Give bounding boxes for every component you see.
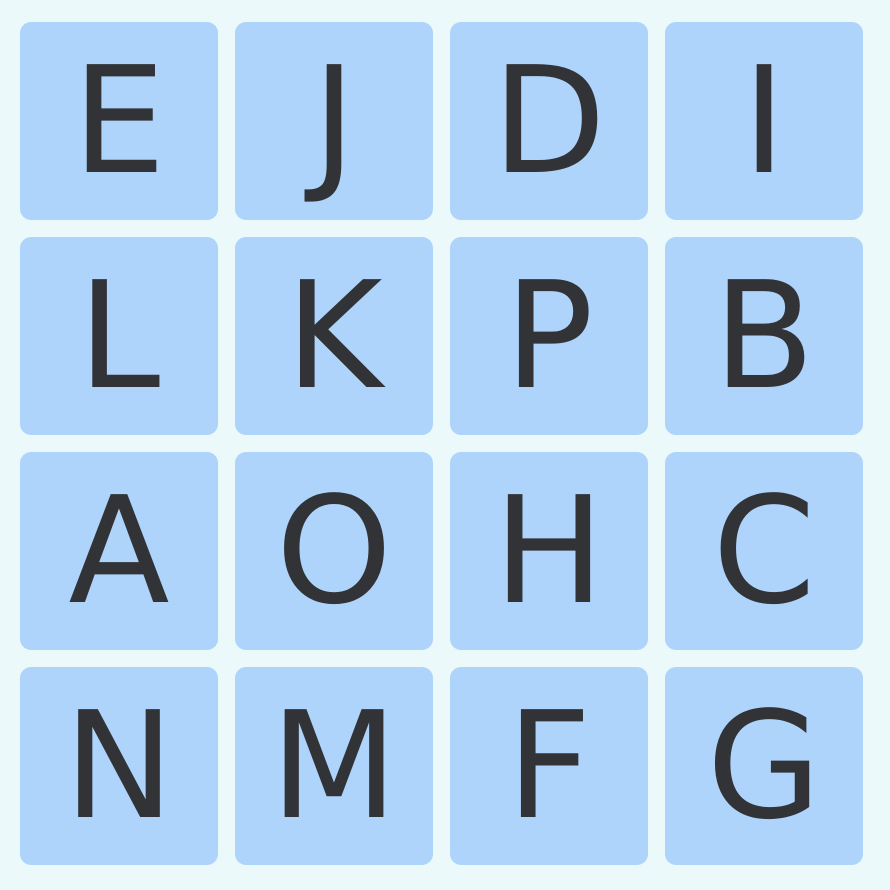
tile-r4-c4[interactable]: G	[665, 667, 863, 865]
tile-r2-c3[interactable]: P	[450, 237, 648, 435]
tile-letter: C	[712, 465, 816, 637]
tile-r1-c2[interactable]: J	[235, 22, 433, 220]
tile-letter: M	[270, 680, 398, 852]
tile-letter: I	[742, 35, 786, 207]
tile-letter: E	[72, 35, 166, 207]
tile-r4-c1[interactable]: N	[20, 667, 218, 865]
tile-r1-c3[interactable]: D	[450, 22, 648, 220]
tile-letter: N	[63, 680, 175, 852]
tile-letter: J	[312, 35, 356, 207]
tile-letter: B	[713, 250, 815, 422]
tile-letter: L	[77, 250, 161, 422]
tile-letter: H	[493, 465, 605, 637]
tile-r3-c2[interactable]: O	[235, 452, 433, 650]
tile-grid: E J D I L K P B A O H C N M F G	[20, 22, 863, 865]
tile-letter: O	[275, 465, 393, 637]
tile-letter: A	[68, 465, 170, 637]
tile-r1-c1[interactable]: E	[20, 22, 218, 220]
tile-r3-c1[interactable]: A	[20, 452, 218, 650]
tile-letter: G	[706, 680, 822, 852]
tile-letter: F	[506, 680, 592, 852]
tile-r2-c1[interactable]: L	[20, 237, 218, 435]
tile-r4-c3[interactable]: F	[450, 667, 648, 865]
tile-letter: P	[504, 250, 594, 422]
tile-letter: D	[492, 35, 606, 207]
tile-r4-c2[interactable]: M	[235, 667, 433, 865]
tile-r3-c3[interactable]: H	[450, 452, 648, 650]
tile-r2-c4[interactable]: B	[665, 237, 863, 435]
tile-r2-c2[interactable]: K	[235, 237, 433, 435]
tile-r1-c4[interactable]: I	[665, 22, 863, 220]
letter-board: E J D I L K P B A O H C N M F G	[0, 0, 890, 890]
tile-r3-c4[interactable]: C	[665, 452, 863, 650]
tile-letter: K	[285, 250, 383, 422]
